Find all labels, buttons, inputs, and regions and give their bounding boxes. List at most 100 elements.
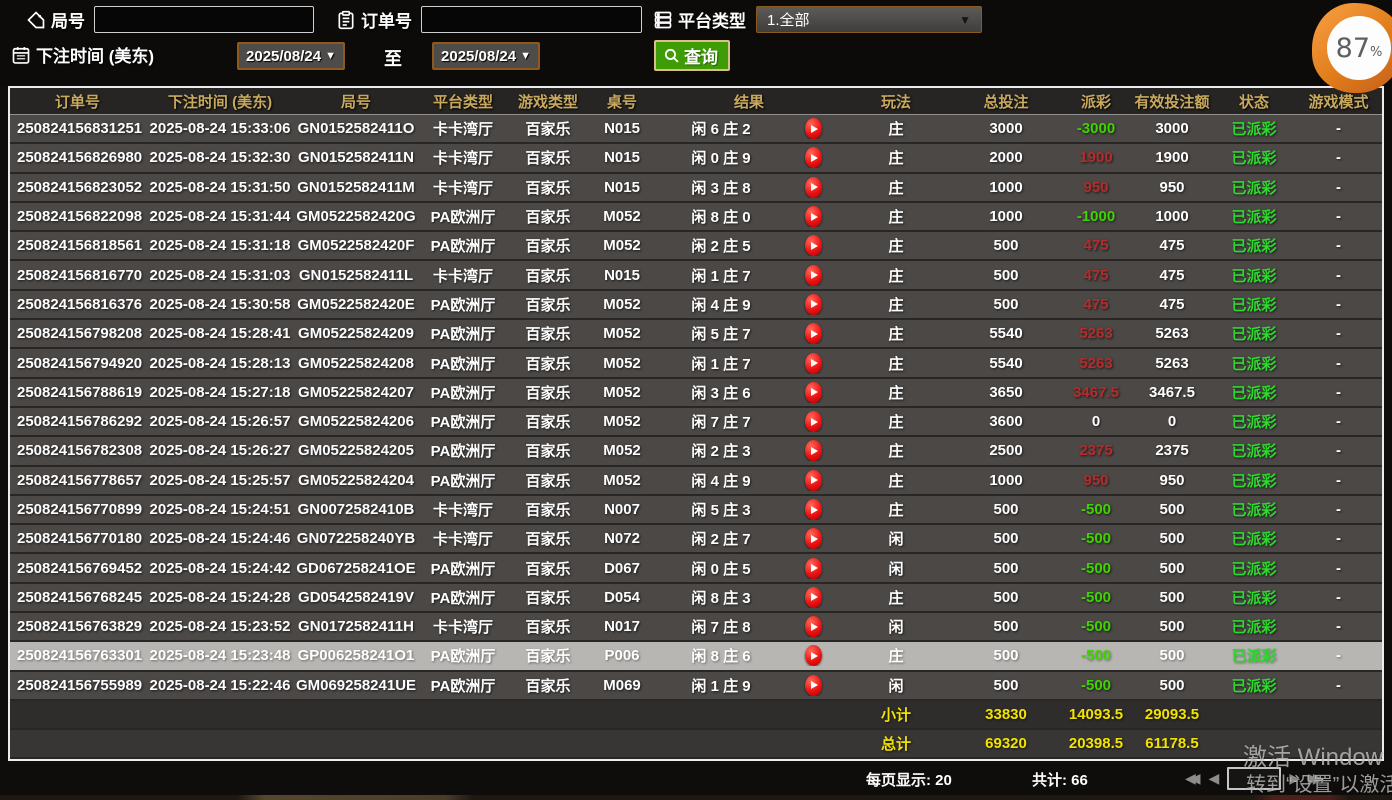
play-replay-icon[interactable] — [805, 265, 822, 286]
round-id-cell: GN072258240YB — [295, 530, 417, 547]
table-row[interactable]: 2508241567633012025-08-24 15:23:48GP0062… — [10, 642, 1382, 671]
table-row[interactable]: 2508241567708992025-08-24 15:24:51GN0072… — [10, 496, 1382, 525]
play-replay-icon[interactable] — [805, 206, 822, 227]
platform-cell: PA欧洲厅 — [417, 645, 509, 666]
table-id-cell: N072 — [587, 530, 657, 547]
query-button[interactable]: 查询 — [654, 40, 730, 71]
order-number-label: 订单号 — [361, 7, 412, 32]
play-replay-icon[interactable] — [805, 440, 822, 461]
bet-time-cell: 2025-08-24 15:26:27 — [145, 442, 295, 459]
game-mode-cell: - — [1295, 560, 1382, 577]
platform-type-icon — [653, 10, 673, 30]
table-row[interactable]: 2508241568312512025-08-24 15:33:06GN0152… — [10, 115, 1382, 144]
game-type-cell: 百家乐 — [509, 323, 587, 344]
table-row[interactable]: 2508241568185612025-08-24 15:31:18GM0522… — [10, 232, 1382, 261]
game-mode-cell: - — [1295, 149, 1382, 166]
play-replay-icon[interactable] — [805, 499, 822, 520]
table-id-cell: N015 — [587, 149, 657, 166]
table-row[interactable]: 2508241567886192025-08-24 15:27:18GM0522… — [10, 379, 1382, 408]
play-cell — [785, 499, 841, 520]
order-id-cell: 250824156770180 — [10, 530, 145, 547]
bet-time-cell: 2025-08-24 15:31:03 — [145, 267, 295, 284]
bet-time-cell: 2025-08-24 15:28:41 — [145, 325, 295, 342]
play-replay-icon[interactable] — [805, 645, 822, 666]
play-replay-icon[interactable] — [805, 675, 822, 696]
game-type-cell: 百家乐 — [509, 558, 587, 579]
table-row[interactable]: 2508241567638292025-08-24 15:23:52GN0172… — [10, 613, 1382, 642]
subtotal-valid-bet: 29093.5 — [1131, 706, 1213, 723]
table-id-cell: N017 — [587, 618, 657, 635]
play-replay-icon[interactable] — [805, 411, 822, 432]
play-replay-icon[interactable] — [805, 353, 822, 374]
activate-windows-watermark: 激活 Window — [1243, 737, 1383, 772]
payout-cell: 3467.5 — [1061, 384, 1131, 401]
column-header-4: 游戏类型 — [509, 91, 587, 112]
play-replay-icon[interactable] — [805, 294, 822, 315]
result-cell: 闲 4 庄 9 — [657, 470, 785, 491]
payout-cell: 475 — [1061, 237, 1131, 254]
table-row[interactable]: 2508241568269802025-08-24 15:32:30GN0152… — [10, 144, 1382, 173]
table-id-cell: N007 — [587, 501, 657, 518]
platform-type-select[interactable]: 1.全部 ▼ — [756, 6, 982, 33]
valid-bet-cell: 3467.5 — [1131, 384, 1213, 401]
result-cell: 闲 5 庄 7 — [657, 323, 785, 344]
table-row[interactable]: 2508241567786572025-08-24 15:25:57GM0522… — [10, 467, 1382, 496]
round-number-input[interactable] — [94, 6, 314, 33]
play-replay-icon[interactable] — [805, 587, 822, 608]
table-row[interactable]: 2508241568163762025-08-24 15:30:58GM0522… — [10, 291, 1382, 320]
play-replay-icon[interactable] — [805, 558, 822, 579]
table-id-cell: N015 — [587, 120, 657, 137]
game-mode-cell: - — [1295, 472, 1382, 489]
play-replay-icon[interactable] — [805, 382, 822, 403]
game-mode-cell: - — [1295, 384, 1382, 401]
play-replay-icon[interactable] — [805, 147, 822, 168]
play-replay-icon[interactable] — [805, 528, 822, 549]
game-type-cell: 百家乐 — [509, 353, 587, 374]
play-replay-icon[interactable] — [805, 470, 822, 491]
payout-cell: 2375 — [1061, 442, 1131, 459]
status-cell: 已派彩 — [1213, 528, 1295, 549]
date-to-picker[interactable]: 2025/08/24 ▼ — [432, 42, 540, 70]
status-cell: 已派彩 — [1213, 616, 1295, 637]
bet-records-table: 订单号下注时间 (美东)局号平台类型游戏类型桌号结果玩法总投注派彩有效投注额状态… — [8, 86, 1384, 761]
table-row[interactable]: 2508241568230522025-08-24 15:31:50GN0152… — [10, 174, 1382, 203]
bet-time-cell: 2025-08-24 15:24:51 — [145, 501, 295, 518]
prev-page-button[interactable]: ◀ — [1209, 770, 1220, 787]
table-row[interactable]: 2508241567949202025-08-24 15:28:13GM0522… — [10, 349, 1382, 378]
table-row[interactable]: 2508241568167702025-08-24 15:31:03GN0152… — [10, 261, 1382, 290]
total-label: 总计 — [841, 733, 951, 754]
total-bet-cell: 1000 — [951, 179, 1061, 196]
first-page-button[interactable]: ◀◀ — [1185, 770, 1201, 787]
table-row[interactable]: 2508241567982082025-08-24 15:28:41GM0522… — [10, 320, 1382, 349]
play-replay-icon[interactable] — [805, 323, 822, 344]
order-id-cell: 250824156822098 — [10, 208, 145, 225]
platform-cell: PA欧洲厅 — [417, 675, 509, 696]
table-row[interactable]: 2508241568220982025-08-24 15:31:44GM0522… — [10, 203, 1382, 232]
table-row[interactable]: 2508241567559892025-08-24 15:22:46GM0692… — [10, 672, 1382, 701]
table-row[interactable]: 2508241567823082025-08-24 15:26:27GM0522… — [10, 437, 1382, 466]
table-id-cell: M052 — [587, 355, 657, 372]
table-row[interactable]: 2508241567682452025-08-24 15:24:28GD0542… — [10, 584, 1382, 613]
game-type-cell: 百家乐 — [509, 499, 587, 520]
table-row[interactable]: 2508241567701802025-08-24 15:24:46GN0722… — [10, 525, 1382, 554]
round-id-cell: GN0152582411L — [295, 267, 417, 284]
play-replay-icon[interactable] — [805, 177, 822, 198]
table-row[interactable]: 2508241567862922025-08-24 15:26:57GM0522… — [10, 408, 1382, 437]
order-id-cell: 250824156831251 — [10, 120, 145, 137]
column-header-6: 结果 — [657, 91, 841, 112]
result-cell: 闲 7 庄 8 — [657, 616, 785, 637]
play-cell — [785, 470, 841, 491]
play-replay-icon[interactable] — [805, 118, 822, 139]
order-id-cell: 250824156818561 — [10, 237, 145, 254]
date-from-picker[interactable]: 2025/08/24 ▼ — [237, 42, 345, 70]
table-row[interactable]: 2508241567694522025-08-24 15:24:42GD0672… — [10, 554, 1382, 583]
play-replay-icon[interactable] — [805, 235, 822, 256]
table-id-cell: M052 — [587, 296, 657, 313]
round-id-cell: GM0522582420F — [295, 237, 417, 254]
order-number-input[interactable] — [421, 6, 642, 33]
play-type-cell: 庄 — [841, 470, 951, 491]
play-type-cell: 庄 — [841, 177, 951, 198]
status-cell: 已派彩 — [1213, 265, 1295, 286]
play-type-cell: 闲 — [841, 528, 951, 549]
play-replay-icon[interactable] — [805, 616, 822, 637]
